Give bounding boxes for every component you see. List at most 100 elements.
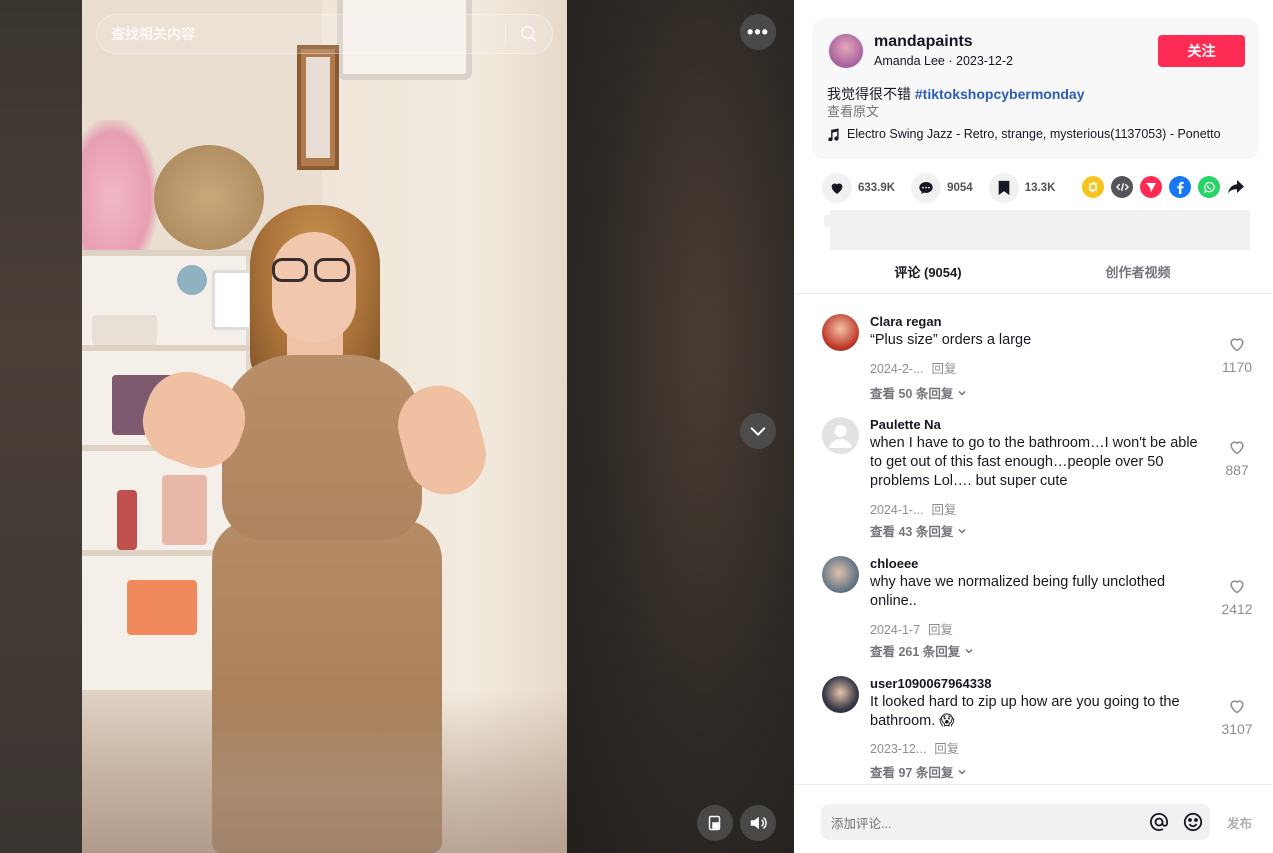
whatsapp-icon[interactable] xyxy=(1198,176,1220,198)
at-icon xyxy=(1150,813,1169,831)
default-avatar-icon xyxy=(829,425,852,448)
view-replies-button[interactable]: 查看 261 条回复 xyxy=(870,641,974,660)
comment-username[interactable]: Paulette Na xyxy=(870,417,941,432)
comment-text: why have we normalized being fully unclo… xyxy=(870,574,1166,609)
post-comment-button[interactable]: 发布 xyxy=(1227,813,1252,832)
comment-date: 2024-2-... xyxy=(870,362,924,376)
comment-action[interactable]: 9054 xyxy=(911,173,973,203)
comment-like[interactable]: 1170 xyxy=(1217,336,1257,375)
tab-creator-videos[interactable]: 创作者视频 xyxy=(1033,258,1243,294)
comment-meta: 2024-1-... 回复 xyxy=(870,499,957,518)
comment-text: when I have to go to the bathroom…I won'… xyxy=(870,435,1198,489)
comment-input[interactable]: 添加评论... xyxy=(821,813,1142,832)
reply-button[interactable]: 回复 xyxy=(934,742,959,756)
video-hatbox xyxy=(154,145,264,250)
side-panel: mandapaints Amanda Lee · 2023-12-2 关注 我觉… xyxy=(794,0,1273,853)
post-date: 2023-12-2 xyxy=(956,54,1013,68)
see-original-link[interactable]: 查看原文 xyxy=(827,101,879,120)
reply-button[interactable]: 回复 xyxy=(932,503,957,517)
volume-icon xyxy=(750,816,767,830)
comment-list[interactable]: Clara regan “Plus size” orders a large 2… xyxy=(794,296,1273,784)
heart-outline-icon xyxy=(1230,580,1244,594)
search-input[interactable]: 查找相关内容 xyxy=(97,15,505,53)
reply-button[interactable]: 回复 xyxy=(928,623,953,637)
comment-avatar[interactable] xyxy=(822,314,859,351)
composer-divider xyxy=(794,784,1273,785)
comment-avatar[interactable] xyxy=(822,556,859,593)
post-info-card: mandapaints Amanda Lee · 2023-12-2 关注 我觉… xyxy=(812,18,1259,159)
comment-date: 2024-1-... xyxy=(870,503,924,517)
comment-item: Paulette Na when I have to go to the bat… xyxy=(822,417,1262,542)
share-bar xyxy=(1082,176,1245,198)
heart-outline-icon xyxy=(1230,700,1244,714)
reply-button[interactable]: 回复 xyxy=(932,362,957,376)
search-button[interactable] xyxy=(506,15,552,53)
comment-date: 2023-12... xyxy=(870,742,927,756)
mention-button[interactable] xyxy=(1142,804,1176,840)
send-icon[interactable] xyxy=(1140,176,1162,198)
comment-date: 2024-1-7 xyxy=(870,623,921,637)
more-icon: ••• xyxy=(747,21,769,42)
view-replies-button[interactable]: 查看 97 条回复 xyxy=(870,762,967,781)
facebook-icon[interactable] xyxy=(1169,176,1191,198)
comment-like[interactable]: 887 xyxy=(1217,439,1257,478)
video-person-top xyxy=(222,355,422,540)
author-avatar[interactable] xyxy=(828,33,864,69)
comment-username[interactable]: Clara regan xyxy=(870,314,942,329)
music-note-icon xyxy=(828,127,839,141)
comment-item: Clara regan “Plus size” orders a large 2… xyxy=(822,314,1262,404)
next-video-button[interactable] xyxy=(740,413,776,449)
comment-count: 9054 xyxy=(947,182,973,194)
view-replies-button[interactable]: 查看 50 条回复 xyxy=(870,383,967,402)
emoji-button[interactable] xyxy=(1176,804,1210,840)
comment-like-count: 887 xyxy=(1225,462,1249,478)
repost-icon[interactable] xyxy=(1082,176,1104,198)
mini-player-button[interactable] xyxy=(697,805,733,841)
video-frame[interactable] xyxy=(82,0,567,853)
view-replies-label: 查看 261 条回复 xyxy=(870,645,961,659)
save-count: 13.3K xyxy=(1024,182,1056,194)
action-bar: 633.9K 9054 13.3K xyxy=(822,173,1071,203)
share-arrow-icon[interactable] xyxy=(1227,176,1245,198)
search-bar[interactable]: 查找相关内容 xyxy=(96,14,553,54)
comment-like[interactable]: 3107 xyxy=(1217,698,1257,737)
save-action[interactable]: 13.3K xyxy=(988,173,1056,203)
heart-outline-icon xyxy=(1230,441,1244,455)
music-link[interactable]: Electro Swing Jazz - Retro, strange, mys… xyxy=(827,127,1221,141)
comment-text: “Plus size” orders a large xyxy=(870,332,1032,348)
chevron-down-icon xyxy=(958,769,966,775)
comment-avatar[interactable] xyxy=(822,676,859,713)
comment-composer[interactable]: 添加评论... xyxy=(821,804,1210,840)
comment-tabs: 评论 (9054) 创作者视频 xyxy=(823,258,1243,294)
author-handle[interactable]: mandapaints xyxy=(874,33,973,51)
loading-placeholder xyxy=(830,210,1250,250)
comment-username[interactable]: user1090067964338 xyxy=(870,676,991,691)
tabs-divider xyxy=(794,293,1273,294)
chevron-down-icon xyxy=(750,427,766,437)
author-name: Amanda Lee xyxy=(874,54,945,68)
comment-like[interactable]: 2412 xyxy=(1217,578,1257,617)
comment-meta: 2023-12... 回复 xyxy=(870,738,959,757)
video-pink-tree xyxy=(82,120,157,250)
comment-item: user1090067964338 It looked hard to zip … xyxy=(822,676,1262,781)
comment-username[interactable]: chloeee xyxy=(870,556,918,571)
bookmark-icon xyxy=(998,180,1010,196)
comment-like-count: 1170 xyxy=(1221,359,1253,375)
tab-comments[interactable]: 评论 (9054) xyxy=(823,258,1033,294)
hashtag-link[interactable]: #tiktokshopcybermonday xyxy=(915,86,1085,102)
embed-icon[interactable] xyxy=(1111,176,1133,198)
follow-button[interactable]: 关注 xyxy=(1158,35,1245,67)
video-wall-picture xyxy=(297,45,339,170)
meta-separator: · xyxy=(944,54,956,68)
video-player[interactable]: 查找相关内容 ••• xyxy=(0,0,794,853)
like-action[interactable]: 633.9K xyxy=(822,173,895,203)
volume-button[interactable] xyxy=(740,805,776,841)
comment-meta: 2024-1-7 回复 xyxy=(870,619,953,638)
comment-text: It looked hard to zip up how are you goi… xyxy=(870,694,1180,729)
chevron-down-icon xyxy=(958,528,966,534)
like-count: 633.9K xyxy=(858,182,896,194)
video-blur-backdrop-left xyxy=(0,0,82,853)
comment-avatar[interactable] xyxy=(822,417,859,454)
more-options-button[interactable]: ••• xyxy=(740,14,776,50)
view-replies-button[interactable]: 查看 43 条回复 xyxy=(870,521,967,540)
